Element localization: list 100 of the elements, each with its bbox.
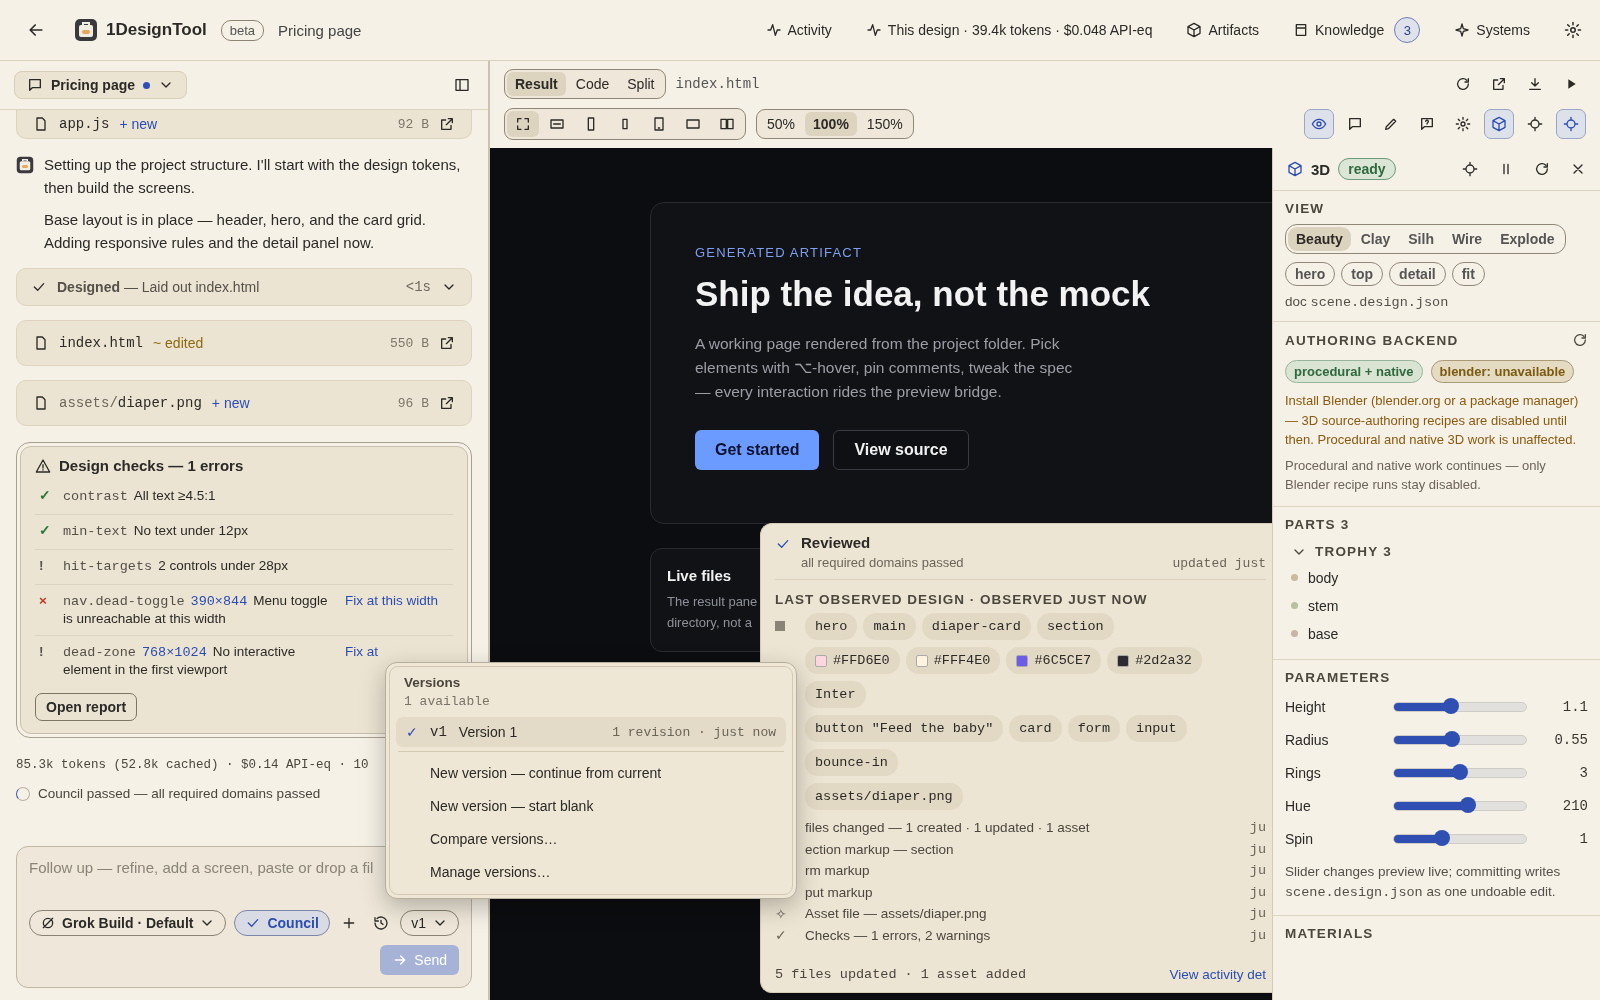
slider-thumb[interactable] — [1452, 764, 1468, 780]
nav-link[interactable]: Knowledge — [1315, 22, 1385, 38]
render-mode-tab[interactable]: Beauty — [1288, 227, 1351, 251]
nav-link[interactable]: This design · 39.4k tokens · $0.048 API-eq — [887, 22, 1153, 38]
version-item[interactable]: ✓ v1 Version 1 1 revision · just now — [396, 717, 786, 747]
sidebar-toggle-button[interactable] — [454, 77, 470, 93]
usage-summary: 85.3k tokens (52.8k cached) · $0.14 API-eq · 10 — [16, 758, 369, 773]
get-started-button[interactable]: Get started — [695, 430, 820, 471]
check-text: contrast All text ≥4.5:1 — [63, 488, 217, 506]
status-mark: ✓ — [39, 522, 52, 540]
token-chip: #6C5CE7 — [1006, 647, 1102, 674]
cube-icon — [1186, 22, 1203, 38]
screen-icon — [685, 116, 701, 132]
token-chip: input — [1126, 715, 1187, 742]
zoom-option[interactable]: 150% — [858, 112, 911, 136]
open-external-icon — [439, 335, 455, 351]
check-text: nav.dead-toggle 390×844 Menu toggle is unreachable at this width — [63, 592, 329, 628]
file-name: index.html — [675, 76, 760, 92]
view-tab[interactable]: Split — [619, 72, 663, 96]
render-mode-tab[interactable]: Explode — [1492, 227, 1563, 251]
status-mark: ! — [39, 557, 45, 575]
file-card[interactable]: index.html ~ edited 550 B — [16, 320, 472, 366]
menu-item[interactable]: Compare versions… — [396, 822, 786, 855]
activity-link[interactable]: View activity det — [1169, 967, 1266, 982]
nav-link[interactable]: Systems — [1476, 22, 1530, 38]
section-heading: PARTS 3 — [1285, 516, 1351, 532]
slider-thumb[interactable] — [1444, 731, 1461, 747]
zoom-option[interactable]: 50% — [759, 112, 804, 136]
parameter-label: Height — [1285, 699, 1327, 715]
nav-link[interactable]: Activity — [787, 22, 832, 38]
token-chip: #2d2a32 — [1107, 647, 1202, 674]
zoom-option[interactable]: 100% — [805, 112, 857, 136]
app-logo-icon — [74, 18, 98, 42]
refresh-button[interactable] — [1572, 332, 1588, 348]
backend-badge: procedural + native — [1285, 360, 1423, 383]
step-title: Designed — Laid out index.html — [57, 279, 260, 295]
section-heading: AUTHORING BACKEND — [1285, 332, 1459, 348]
file-name: index.html — [59, 335, 143, 351]
render-mode-tab[interactable]: Clay — [1352, 227, 1399, 251]
file-icon — [33, 395, 49, 411]
activity-text: ection markup — section — [805, 841, 954, 857]
activity-text: Checks — 1 errors, 2 warnings — [805, 927, 991, 943]
part-name[interactable]: base — [1308, 625, 1339, 642]
note-text: Slider changes preview live; committing writes scene.design.json as one undoable edit. — [1285, 862, 1562, 903]
file-tag: ~ edited — [153, 335, 204, 351]
file-card[interactable]: assets/diaper.png + new 96 B — [16, 380, 472, 426]
activity-text: Asset file — assets/diaper.png — [805, 906, 987, 922]
nav-link[interactable]: Artifacts — [1208, 22, 1260, 38]
slider-thumb[interactable] — [1459, 797, 1476, 813]
token-chip: hero — [805, 613, 858, 640]
section-heading: LAST OBSERVED DESIGN · OBSERVED JUST NOW — [775, 592, 1149, 607]
fit-button[interactable] — [507, 111, 539, 137]
preview-button[interactable] — [1304, 109, 1334, 139]
council-toggle[interactable]: Council — [234, 910, 330, 936]
fix-link[interactable]: Fix at this width — [345, 592, 439, 610]
hero-text: A working page rendered from the project folder. Pick elements with ⌥-hover, pin comments, tweak the spec — every interaction rides the preview bridge. — [695, 334, 1074, 403]
cube-icon — [1491, 116, 1507, 132]
activity-mark: ✧ — [775, 906, 787, 922]
focus-button[interactable] — [1462, 161, 1478, 177]
parameter-label: Radius — [1285, 732, 1330, 748]
settings-button[interactable] — [1564, 21, 1582, 39]
section-heading: PARAMETERS — [1285, 669, 1392, 685]
part-name[interactable]: stem — [1308, 597, 1339, 614]
view-tab[interactable]: Code — [567, 72, 618, 96]
view-source-button[interactable]: View source — [833, 430, 969, 471]
pick-button[interactable] — [1556, 109, 1586, 139]
menu-item[interactable]: New version — continue from current — [396, 756, 786, 789]
settings-icon — [1455, 116, 1471, 132]
section-heading: MATERIALS — [1285, 926, 1375, 942]
question-bubble-icon — [1419, 116, 1435, 132]
part-name[interactable]: body — [1308, 569, 1339, 586]
menu-item[interactable]: New version — start blank — [396, 789, 786, 822]
card-title: Live files — [667, 567, 732, 584]
group-label[interactable]: TROPHY 3 — [1315, 544, 1392, 559]
activity-summary: 5 files updated · 1 asset added — [775, 967, 1027, 982]
slider-thumb[interactable] — [1442, 698, 1459, 714]
view-tab[interactable]: Result — [507, 72, 566, 96]
fix-link[interactable]: Fix at — [345, 644, 378, 662]
step-card[interactable]: Designed — Laid out index.html <1s — [16, 268, 472, 306]
app-name: 1DesignTool — [106, 20, 207, 40]
render-mode-tab[interactable]: Silh — [1400, 227, 1442, 251]
render-mode-tab[interactable]: Wire — [1443, 227, 1491, 251]
check-text: min-text No text under 12px — [63, 522, 249, 541]
token-chip: main — [863, 613, 916, 640]
reload-button[interactable] — [1534, 161, 1550, 177]
file-size: 550 B — [390, 335, 429, 351]
session-dropdown[interactable]: Pricing page — [14, 71, 188, 99]
checks-title: Design checks — 1 errors — [59, 457, 244, 474]
3d-button[interactable] — [1484, 109, 1514, 139]
parameter-value: 1 — [1578, 831, 1588, 847]
activity-time: ju — [1249, 927, 1266, 943]
file-card[interactable]: app.js + new 92 B — [16, 110, 472, 139]
crosshair-icon — [1563, 116, 1579, 132]
menu-item[interactable]: Manage versions… — [396, 855, 786, 888]
open-external-icon — [439, 395, 455, 411]
doc-path: doc scene.design.json — [1285, 294, 1450, 310]
open-report-button[interactable]: Open report — [35, 693, 138, 722]
activity-text: rm markup — [805, 863, 870, 879]
slider-thumb[interactable] — [1433, 830, 1450, 846]
token-chip: section — [1036, 613, 1114, 640]
